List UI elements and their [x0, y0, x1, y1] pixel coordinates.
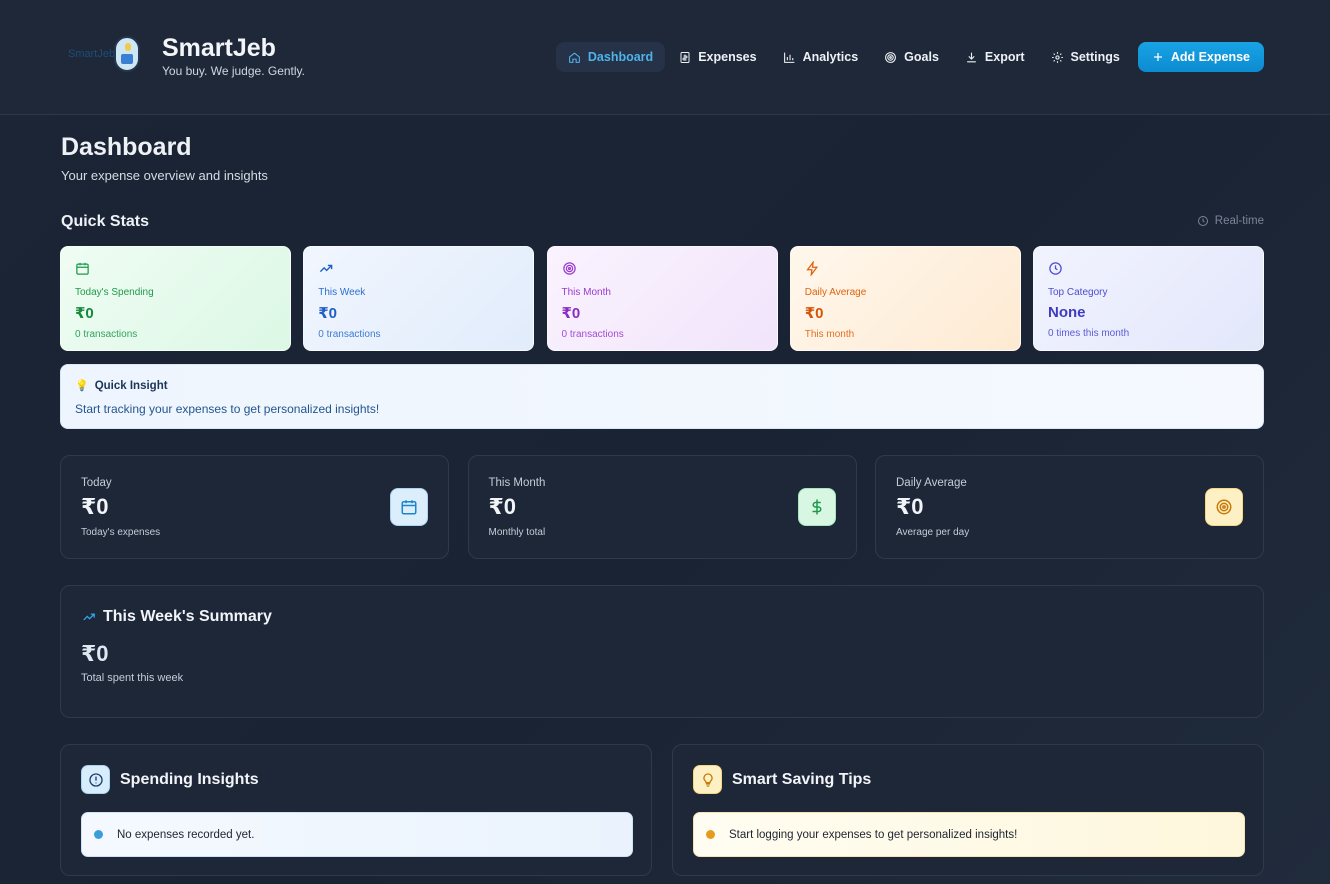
nav-analytics[interactable]: Analytics: [771, 42, 871, 72]
realtime-indicator: Real-time: [1197, 215, 1264, 227]
nav-label: Analytics: [802, 50, 859, 64]
nav-goals[interactable]: Goals: [872, 42, 951, 72]
stat-value: ₹0: [318, 305, 338, 322]
stat-label: Top Category: [1048, 287, 1108, 298]
logo-alt-text: SmartJeb: [68, 48, 116, 60]
lightbulb-icon: [693, 765, 722, 794]
summary-label: Today: [81, 477, 112, 489]
target-icon: [562, 262, 576, 275]
stat-sub: 0 transactions: [318, 329, 381, 340]
header: SmartJeb SmartJeb You buy. We judge. Gen…: [0, 0, 1330, 115]
spending-insight-item: No expenses recorded yet.: [81, 812, 633, 857]
receipt-icon: [680, 51, 690, 63]
stat-label: This Month: [561, 287, 611, 298]
summary-value: ₹0: [81, 494, 109, 519]
summary-card-daily-average[interactable]: Daily Average ₹0 Average per day: [875, 455, 1264, 559]
app-tagline: You buy. We judge. Gently.: [162, 64, 305, 78]
week-summary-title: This Week's Summary: [103, 608, 272, 625]
week-summary-value: ₹0: [81, 641, 109, 666]
bullet-dot: [94, 830, 103, 839]
nav-label: Expenses: [698, 50, 757, 64]
lightbulb-icon: 💡: [75, 380, 89, 392]
summary-sub: Average per day: [896, 527, 970, 538]
summary-sub: Monthly total: [488, 527, 546, 538]
quick-insight-title: Quick Insight: [94, 379, 168, 392]
stat-sub: This month: [804, 329, 855, 340]
page-title: Dashboard: [61, 133, 192, 161]
spending-insights-title: Spending Insights: [120, 770, 259, 788]
clock-icon: [1197, 216, 1208, 226]
quick-stats: Today's Spending ₹0 0 transactions This …: [60, 246, 1264, 351]
add-expense-label: Add Expense: [1170, 50, 1250, 64]
target-icon: [885, 51, 897, 63]
gear-icon: [1051, 51, 1063, 63]
stat-card-month[interactable]: This Month ₹0 0 transactions: [546, 246, 778, 351]
nav-expenses[interactable]: Expenses: [667, 42, 768, 72]
saving-tip-item: Start logging your expenses to get perso…: [693, 812, 1245, 857]
nav-settings[interactable]: Settings: [1039, 42, 1132, 72]
stat-value: ₹0: [75, 305, 94, 322]
stat-sub: 0 times this month: [1048, 328, 1130, 339]
realtime-label: Real-time: [1214, 215, 1264, 227]
download-icon: [967, 52, 976, 62]
stat-label: Today's Spending: [75, 287, 154, 298]
nav-export[interactable]: Export: [953, 42, 1037, 72]
spending-insight-text: No expenses recorded yet.: [117, 828, 255, 841]
page-subtitle: Your expense overview and insights: [61, 168, 268, 183]
clock-icon: [1049, 262, 1062, 275]
alert-circle-icon: [81, 765, 110, 794]
quick-insight-text: Start tracking your expenses to get pers…: [75, 402, 380, 416]
nav-label: Export: [984, 50, 1025, 64]
quick-stats-title: Quick Stats: [61, 213, 150, 230]
nav-dashboard[interactable]: Dashboard: [555, 42, 666, 72]
stat-value: ₹0: [561, 305, 581, 322]
stat-sub: 0 transactions: [75, 329, 138, 340]
quick-insight: 💡 Quick Insight Start tracking your expe…: [60, 364, 1264, 429]
target-icon: [1205, 488, 1243, 526]
stat-sub: 0 transactions: [561, 329, 624, 340]
summary-sub: Today's expenses: [81, 527, 161, 538]
summary-card-today[interactable]: Today ₹0 Today's expenses: [60, 455, 449, 559]
bar-chart-icon: [783, 52, 794, 63]
nav-label: Goals: [904, 50, 939, 64]
stat-value: ₹0: [804, 305, 824, 322]
dollar-icon: [797, 488, 836, 526]
week-summary-sub: Total spent this week: [81, 672, 184, 684]
summary-value: ₹0: [488, 494, 517, 519]
stat-label: This Week: [318, 287, 366, 298]
calendar-icon: [390, 488, 428, 526]
brand[interactable]: SmartJeb SmartJeb You buy. We judge. Gen…: [62, 34, 305, 78]
saving-tips-panel: Smart Saving Tips Start logging your exp…: [672, 744, 1264, 876]
add-expense-button[interactable]: Add Expense: [1137, 42, 1264, 72]
nav-label: Settings: [1070, 50, 1120, 64]
stat-value: None: [1048, 304, 1086, 321]
stat-card-top-category[interactable]: Top Category None 0 times this month: [1033, 246, 1264, 351]
app-title: SmartJeb: [162, 34, 276, 62]
summary-value: ₹0: [896, 494, 924, 519]
summary-cards: Today ₹0 Today's expenses This Month ₹0 …: [60, 455, 1264, 559]
stat-label: Daily Average: [804, 287, 867, 298]
trending-up-icon: [83, 613, 95, 621]
stat-card-today[interactable]: Today's Spending ₹0 0 transactions: [60, 246, 291, 351]
trending-up-icon: [320, 264, 333, 273]
spending-insights-panel: Spending Insights No expenses recorded y…: [60, 744, 652, 876]
stat-card-week[interactable]: This Week ₹0 0 transactions: [303, 246, 535, 351]
summary-label: Daily Average: [896, 477, 967, 489]
lightning-icon: [806, 259, 818, 278]
plus-icon: [1153, 53, 1162, 61]
calendar-icon: [76, 262, 89, 275]
logo-mascot-icon: [114, 36, 140, 72]
nav-label: Dashboard: [587, 50, 654, 64]
bullet-dot: [706, 830, 715, 839]
home-icon: [568, 51, 580, 63]
summary-label: This Month: [488, 477, 546, 489]
saving-tips-title: Smart Saving Tips: [732, 770, 872, 788]
main-nav: Dashboard Expenses Analytics Goals Expor…: [554, 42, 1264, 72]
logo: SmartJeb: [62, 34, 144, 78]
summary-card-month[interactable]: This Month ₹0 Monthly total: [467, 455, 857, 559]
stat-card-daily-average[interactable]: Daily Average ₹0 This month: [789, 246, 1021, 351]
saving-tip-text: Start logging your expenses to get perso…: [729, 828, 1018, 841]
week-summary: This Week's Summary ₹0 Total spent this …: [60, 585, 1264, 718]
